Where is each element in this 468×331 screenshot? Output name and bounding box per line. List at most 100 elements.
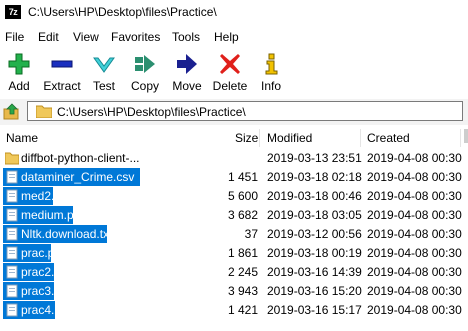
file-created: 2019-04-08 00:30 bbox=[367, 170, 462, 184]
copy-button[interactable]: Copy bbox=[128, 48, 162, 96]
file-created: 2019-04-08 00:30 bbox=[367, 246, 462, 260]
file-modified: 2019-03-18 00:19 bbox=[267, 246, 362, 260]
file-icon bbox=[6, 227, 18, 241]
info-label: Info bbox=[260, 79, 281, 93]
move-label: Move bbox=[172, 79, 202, 93]
file-modified: 2019-03-18 02:18 bbox=[267, 170, 362, 184]
file-name: dataminer_Crime.csv bbox=[21, 170, 135, 184]
file-size: 1 861 bbox=[227, 246, 258, 260]
file-created: 2019-04-08 00:30 bbox=[367, 303, 462, 317]
menu-edit[interactable]: Edit bbox=[38, 30, 59, 44]
column-modified[interactable]: Modified bbox=[267, 131, 312, 145]
file-row[interactable]: prac4.py 1 421 2019-03-16 15:17 2019-04-08 … bbox=[0, 301, 468, 320]
file-row[interactable]: prac.py 1 861 2019-03-18 00:19 2019-04-08 0… bbox=[0, 244, 468, 263]
test-label: Test bbox=[92, 79, 115, 93]
file-row[interactable]: med2.py 5 600 2019-03-18 00:46 2019-04-08 0… bbox=[0, 187, 468, 206]
file-icon bbox=[6, 246, 18, 260]
extract-button[interactable]: Extract bbox=[40, 48, 84, 96]
file-modified: 2019-03-13 23:51 bbox=[267, 151, 362, 165]
file-icon bbox=[6, 265, 18, 279]
move-arrow-icon bbox=[177, 54, 197, 74]
add-button[interactable]: Add bbox=[4, 48, 34, 96]
scrollbar-edge[interactable] bbox=[464, 129, 468, 143]
file-name: prac2.py bbox=[21, 265, 68, 279]
file-name: prac3.py bbox=[21, 284, 68, 298]
file-size: 5 600 bbox=[227, 189, 258, 203]
file-name: medium.py bbox=[21, 208, 80, 222]
file-size: 1 421 bbox=[227, 303, 258, 317]
file-created: 2019-04-08 00:30 bbox=[367, 284, 462, 298]
window-title: C:\Users\HP\Desktop\files\Practice\ bbox=[28, 5, 217, 19]
address-input[interactable]: C:\Users\HP\Desktop\files\Practice\ bbox=[27, 101, 463, 121]
file-size: 2 245 bbox=[227, 265, 258, 279]
toolbar: Add Extract Test Copy Move Delete Info bbox=[0, 48, 468, 98]
file-modified: 2019-03-16 15:20 bbox=[267, 284, 362, 298]
delete-label: Delete bbox=[212, 79, 248, 93]
file-size: 1 451 bbox=[227, 170, 258, 184]
column-divider[interactable] bbox=[460, 129, 461, 147]
file-icon bbox=[6, 208, 18, 222]
file-modified: 2019-03-18 00:46 bbox=[267, 189, 362, 203]
info-button[interactable]: Info bbox=[256, 48, 286, 96]
add-label: Add bbox=[8, 79, 30, 93]
file-row[interactable]: dataminer_Crime.csv 1 451 2019-03-18 02:18… bbox=[0, 168, 468, 187]
folder-icon bbox=[36, 105, 52, 118]
file-created: 2019-04-08 00:30 bbox=[367, 227, 462, 241]
file-created: 2019-04-08 00:30 bbox=[367, 189, 462, 203]
file-name: prac4.py bbox=[21, 303, 68, 317]
address-path: C:\Users\HP\Desktop\files\Practice\ bbox=[57, 105, 246, 119]
file-modified: 2019-03-16 14:39 bbox=[267, 265, 362, 279]
file-size: 3 943 bbox=[227, 284, 258, 298]
file-row[interactable]: Nltk.download.txt 37 2019-03-12 00:56 2019-… bbox=[0, 225, 468, 244]
menu-file[interactable]: File bbox=[5, 30, 24, 44]
plus-icon bbox=[8, 53, 30, 75]
menu-view[interactable]: View bbox=[73, 30, 99, 44]
info-icon bbox=[265, 53, 278, 75]
file-icon bbox=[6, 284, 18, 298]
menu-tools[interactable]: Tools bbox=[172, 30, 200, 44]
file-size: 3 682 bbox=[227, 208, 258, 222]
address-bar: C:\Users\HP\Desktop\files\Practice\ bbox=[0, 99, 468, 125]
move-button[interactable]: Move bbox=[169, 48, 205, 96]
file-size: 37 bbox=[244, 227, 258, 241]
file-modified: 2019-03-12 00:56 bbox=[267, 227, 362, 241]
column-divider[interactable] bbox=[360, 129, 361, 147]
delete-button[interactable]: Delete bbox=[210, 48, 250, 96]
file-name: diffbot-python-client-... bbox=[21, 151, 140, 165]
file-modified: 2019-03-18 03:05 bbox=[267, 208, 362, 222]
file-row[interactable]: prac2.py 2 245 2019-03-16 14:39 2019-04-08 … bbox=[0, 263, 468, 282]
column-name[interactable]: Name bbox=[6, 131, 38, 145]
folder-row[interactable]: diffbot-python-client-... 2019-03-13 23:5… bbox=[0, 149, 468, 168]
up-folder-icon[interactable] bbox=[3, 103, 21, 121]
minus-icon bbox=[51, 60, 73, 68]
file-icon bbox=[6, 189, 18, 203]
menu-favorites[interactable]: Favorites bbox=[111, 30, 160, 44]
file-modified: 2019-03-16 15:17 bbox=[267, 303, 362, 317]
file-created: 2019-04-08 00:30 bbox=[367, 151, 462, 165]
file-row[interactable]: prac3.py 3 943 2019-03-16 15:20 2019-04-08 … bbox=[0, 282, 468, 301]
copy-arrow-icon bbox=[135, 55, 155, 73]
test-button[interactable]: Test bbox=[89, 48, 119, 96]
file-name: prac.py bbox=[21, 246, 61, 260]
check-icon bbox=[93, 57, 115, 73]
7zip-app-icon: 7z bbox=[5, 5, 21, 19]
column-created[interactable]: Created bbox=[367, 131, 410, 145]
folder-icon bbox=[5, 152, 19, 165]
file-name: Nltk.download.txt bbox=[21, 227, 113, 241]
file-created: 2019-04-08 00:30 bbox=[367, 208, 462, 222]
title-bar: 7z C:\Users\HP\Desktop\files\Practice\ bbox=[0, 0, 468, 26]
file-icon bbox=[6, 170, 18, 184]
file-row[interactable]: medium.py 3 682 2019-03-18 03:05 2019-04-08… bbox=[0, 206, 468, 225]
extract-label: Extract bbox=[43, 79, 81, 93]
menu-help[interactable]: Help bbox=[214, 30, 239, 44]
copy-label: Copy bbox=[130, 79, 159, 93]
menu-bar: File Edit View Favorites Tools Help bbox=[0, 27, 468, 47]
file-created: 2019-04-08 00:30 bbox=[367, 265, 462, 279]
file-list: diffbot-python-client-... 2019-03-13 23:5… bbox=[0, 149, 468, 331]
file-name: med2.py bbox=[21, 189, 68, 203]
file-icon bbox=[6, 303, 18, 317]
column-header: Name Size Modified Created bbox=[0, 127, 468, 149]
delete-x-icon bbox=[220, 54, 240, 74]
column-divider[interactable] bbox=[259, 129, 260, 147]
column-size[interactable]: Size bbox=[235, 131, 258, 145]
